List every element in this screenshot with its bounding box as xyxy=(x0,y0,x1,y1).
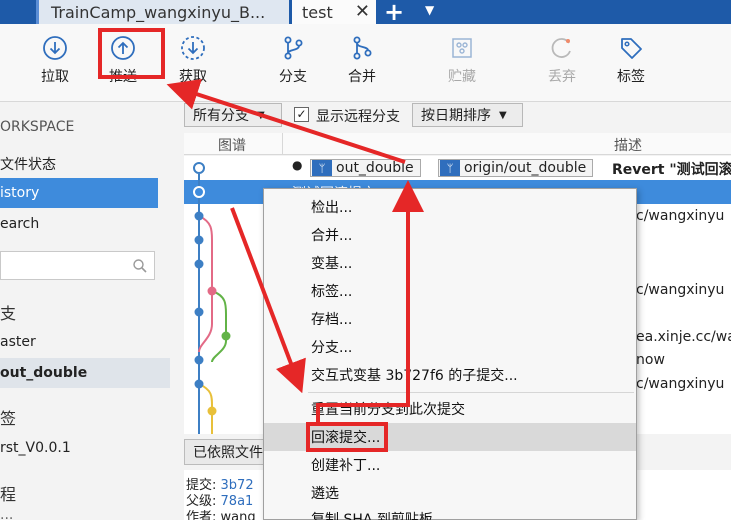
menu-item-rebase[interactable]: 变基... xyxy=(264,249,636,277)
commit-description: Revert "测试回滚 xyxy=(612,162,731,178)
tab-repo-traincamp[interactable]: TrainCamp_wangxinyu_B... xyxy=(36,0,289,24)
merge-icon xyxy=(353,36,372,60)
sidebar-item-label: out_double xyxy=(0,365,88,381)
branch-icon: ᛘ xyxy=(312,160,332,176)
sidebar-item-master[interactable]: aster xyxy=(0,334,36,350)
author-label: 作者: xyxy=(186,510,217,520)
filter-bar: 所有分支 ▼ ✓ 显示远程分支 按日期排序 ▼ xyxy=(178,103,731,131)
tab-label: test xyxy=(302,2,333,22)
search-icon xyxy=(133,259,147,273)
discard-label: 丢弃 xyxy=(548,69,576,85)
menu-item-checkout[interactable]: 检出... xyxy=(264,193,636,221)
tab-repo-test[interactable]: test ✕ xyxy=(292,0,376,24)
branch-tag-label: out_double xyxy=(336,160,414,176)
tag-button[interactable]: 标签 xyxy=(601,34,661,86)
author-row: 作者: wang xyxy=(186,506,256,520)
discard-button[interactable]: 丢弃 xyxy=(532,34,592,86)
pull-icon xyxy=(43,36,67,60)
push-icon xyxy=(111,36,135,60)
column-description[interactable]: 描述 xyxy=(614,135,642,155)
sidebar-item-remote[interactable]: ... xyxy=(0,507,13,520)
sidebar: ORKSPACE 文件状态 istory earch 支 aster out_d… xyxy=(0,103,178,520)
sidebar-tags-header[interactable]: 签 xyxy=(0,405,16,429)
menu-item-create-patch[interactable]: 创建补丁... xyxy=(264,451,636,479)
context-menu: 检出... 合并... 变基... 标签... 存档... 分支... 交互式变… xyxy=(263,188,637,520)
push-button[interactable]: 推送 xyxy=(93,34,153,86)
commit-description: c/wangxinyu xyxy=(636,376,725,392)
pull-label: 拉取 xyxy=(41,69,69,85)
menu-item-merge[interactable]: 合并... xyxy=(264,221,636,249)
sidebar-item-out-double[interactable]: out_double xyxy=(0,358,170,388)
sort-dropdown[interactable]: 按日期排序 ▼ xyxy=(412,103,523,127)
fetch-icon xyxy=(181,36,205,60)
stash-icon xyxy=(452,38,472,58)
all-branches-dropdown[interactable]: 所有分支 ▼ xyxy=(184,103,282,127)
tab-strip: TrainCamp_wangxinyu_B... test ✕ + ▼ xyxy=(0,0,731,26)
menu-item-branch[interactable]: 分支... xyxy=(264,333,636,361)
add-tab-icon[interactable]: + xyxy=(384,0,404,26)
dropdown-value: 按日期排序 xyxy=(421,108,491,124)
branch-label: 分支 xyxy=(279,69,307,85)
sidebar-item-history[interactable]: istory xyxy=(0,178,158,208)
commit-description: c/wangxinyu xyxy=(636,282,725,298)
menu-item-cherry-pick[interactable]: 遴选 xyxy=(264,479,636,507)
file-filter-button[interactable]: 已依照文件 xyxy=(184,439,270,465)
pull-button[interactable]: 拉取 xyxy=(25,34,85,86)
commit-description: now xyxy=(636,352,665,368)
fetch-button[interactable]: 获取 xyxy=(163,34,223,86)
menu-item-reset[interactable]: 重置当前分支到此次提交 xyxy=(264,395,636,423)
menu-item-revert[interactable]: 回滚提交... xyxy=(264,423,636,451)
sidebar-item-tag[interactable]: rst_V0.0.1 xyxy=(0,440,71,456)
sidebar-search-input[interactable] xyxy=(0,251,155,280)
fetch-label: 获取 xyxy=(179,69,207,85)
discard-icon xyxy=(551,38,571,58)
branch-tag-label: origin/out_double xyxy=(464,160,587,176)
branch-icon xyxy=(284,36,303,60)
menu-item-tag[interactable]: 标签... xyxy=(264,277,636,305)
merge-button[interactable]: 合并 xyxy=(332,34,392,86)
author-name: wang xyxy=(220,510,256,520)
dropdown-value: 所有分支 xyxy=(193,108,249,124)
tag-label: 标签 xyxy=(617,69,645,85)
sidebar-branches-header[interactable]: 支 xyxy=(0,300,16,324)
commit-description: c/wangxinyu xyxy=(636,208,725,224)
branch-button[interactable]: 分支 xyxy=(263,34,323,86)
tag-icon xyxy=(621,38,642,59)
column-divider[interactable] xyxy=(282,133,283,155)
chevron-down-icon: ▼ xyxy=(499,109,507,121)
sidebar-workspace-header: ORKSPACE xyxy=(0,119,75,135)
column-graph[interactable]: 图谱 xyxy=(218,135,246,155)
commit-description: ea.xinje.cc/wa xyxy=(636,329,731,345)
tab-menu-icon[interactable]: ▼ xyxy=(425,3,434,17)
toolbar: 拉取 推送 获取 分支 合并 贮藏 丢弃 标签 xyxy=(0,24,731,102)
chevron-down-icon: ▼ xyxy=(257,109,265,121)
show-remote-checkbox[interactable]: ✓ xyxy=(294,107,309,122)
menu-item-copy-sha[interactable]: 复制 SHA 到剪贴板 xyxy=(264,505,636,520)
commit-column-headers: 图谱 描述 xyxy=(184,133,731,155)
branch-tag-local[interactable]: ᛘ out_double xyxy=(310,159,421,177)
tab-label: TrainCamp_wangxinyu_B... xyxy=(51,2,266,22)
branch-tag-remote[interactable]: ᛘ origin/out_double xyxy=(438,159,594,177)
sidebar-item-search[interactable]: earch xyxy=(0,216,39,232)
push-label: 推送 xyxy=(109,69,137,85)
merge-label: 合并 xyxy=(348,69,376,85)
show-remote-label: 显示远程分支 xyxy=(316,109,400,125)
menu-item-archive[interactable]: 存档... xyxy=(264,305,636,333)
head-marker-icon: ● xyxy=(292,158,303,172)
close-icon[interactable]: ✕ xyxy=(355,1,370,22)
branch-icon: ᛘ xyxy=(440,160,460,176)
stash-label: 贮藏 xyxy=(448,69,476,85)
sidebar-item-file-status[interactable]: 文件状态 xyxy=(0,154,56,174)
sidebar-item-label: istory xyxy=(0,185,40,201)
menu-item-interactive-rebase[interactable]: 交互式变基 3b727f6 的子提交... xyxy=(264,361,636,389)
sidebar-remotes-header[interactable]: 程 xyxy=(0,481,16,505)
menu-separator xyxy=(308,392,634,393)
stash-button[interactable]: 贮藏 xyxy=(432,34,492,86)
